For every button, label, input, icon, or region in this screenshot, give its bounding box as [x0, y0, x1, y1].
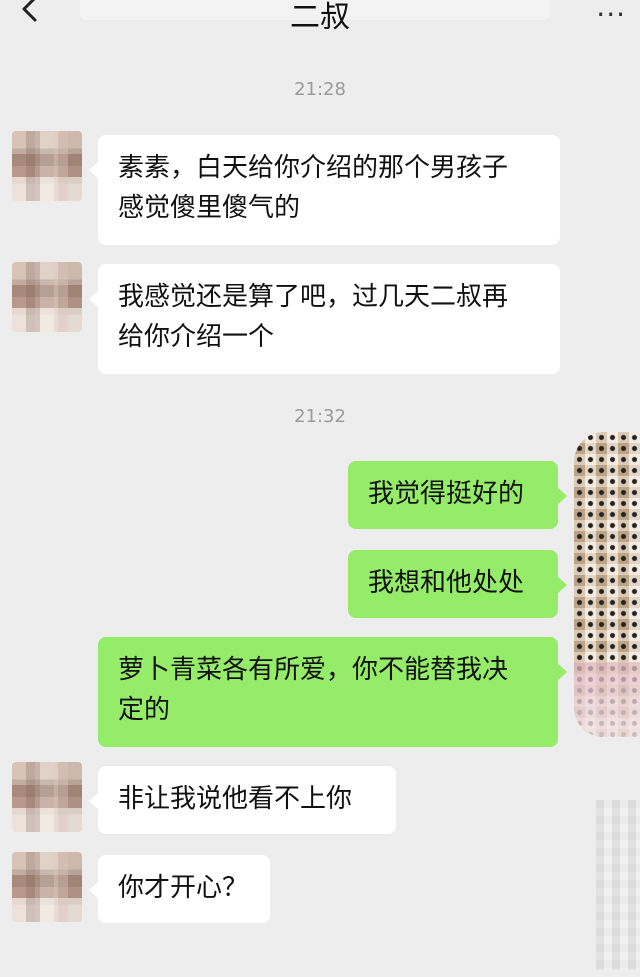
timestamp: 21:32	[294, 406, 346, 427]
message-line: 你才开心？	[118, 873, 249, 903]
timestamp: 21:28	[294, 79, 346, 100]
blur-patch	[596, 800, 640, 970]
message-line: 我想和他处处	[368, 568, 525, 598]
message-line: 我感觉还是算了吧，过几天二叔再	[118, 282, 509, 312]
message-bubble-incoming[interactable]: 非让我说他看不上你	[89, 766, 396, 834]
message-bubble-incoming[interactable]: 我感觉还是算了吧，过几天二叔再 给你介绍一个	[89, 264, 560, 374]
contact-avatar[interactable]	[12, 762, 82, 832]
message-line: 给你介绍一个	[118, 322, 275, 352]
more-options-button[interactable]: ···	[596, 0, 626, 31]
message-bubble-outgoing[interactable]: 萝卜青菜各有所爱，你不能替我决 定的	[98, 637, 567, 747]
contact-avatar[interactable]	[12, 262, 82, 332]
contact-avatar[interactable]	[12, 131, 82, 201]
message-bubble-outgoing[interactable]: 我觉得挺好的	[348, 461, 567, 529]
message-line: 定的	[118, 695, 171, 725]
message-line: 非让我说他看不上你	[118, 784, 353, 814]
message-line: 萝卜青菜各有所爱，你不能替我决	[118, 655, 509, 685]
contact-avatar[interactable]	[12, 852, 82, 922]
message-line: 感觉傻里傻气的	[118, 193, 301, 223]
message-line: 我觉得挺好的	[368, 479, 525, 509]
chat-header: 二叔 ···	[0, 0, 640, 35]
chat-title: 二叔	[290, 0, 350, 35]
message-bubble-incoming[interactable]: 你才开心？	[89, 855, 270, 923]
message-bubble-outgoing[interactable]: 我想和他处处	[348, 550, 567, 618]
my-avatar[interactable]	[574, 432, 640, 737]
message-bubble-incoming[interactable]: 素素，白天给你介绍的那个男孩子 感觉傻里傻气的	[89, 135, 560, 245]
message-line: 素素，白天给你介绍的那个男孩子	[118, 153, 509, 183]
